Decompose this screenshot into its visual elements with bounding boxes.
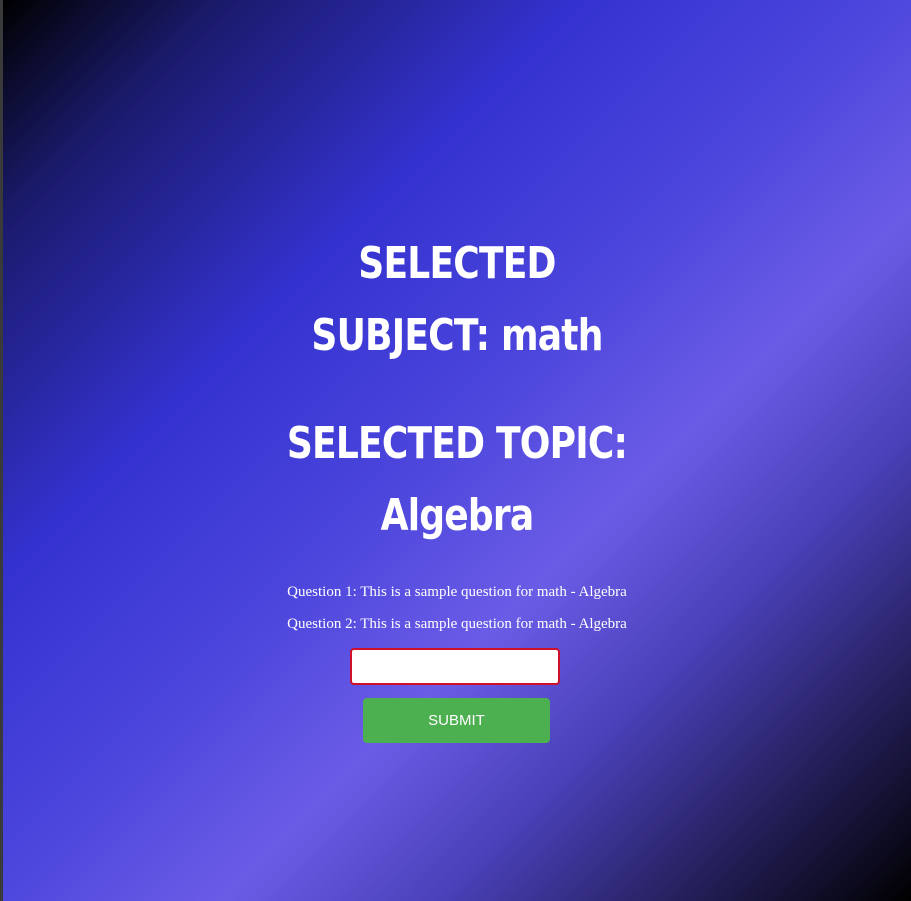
submit-button[interactable]: SUBMIT [363,698,550,743]
selected-topic-heading: SELECTED TOPIC: Algebra [85,408,830,552]
answer-input[interactable] [350,648,560,685]
page-background: SELECTED SUBJECT: math SELECTED TOPIC: A… [3,0,911,901]
selected-topic-line-2: Algebra [380,490,535,541]
question-2: Question 2: This is a sample question fo… [287,616,627,632]
quiz-container: SELECTED SUBJECT: math SELECTED TOPIC: A… [3,0,911,901]
question-1: Question 1: This is a sample question fo… [287,584,627,600]
selected-subject-line-2: SUBJECT: math [311,310,603,361]
selected-subject-heading: SELECTED SUBJECT: math [85,228,830,372]
selected-subject-line-1: SELECTED [358,238,556,289]
selected-topic-line-1: SELECTED TOPIC: [286,418,628,469]
